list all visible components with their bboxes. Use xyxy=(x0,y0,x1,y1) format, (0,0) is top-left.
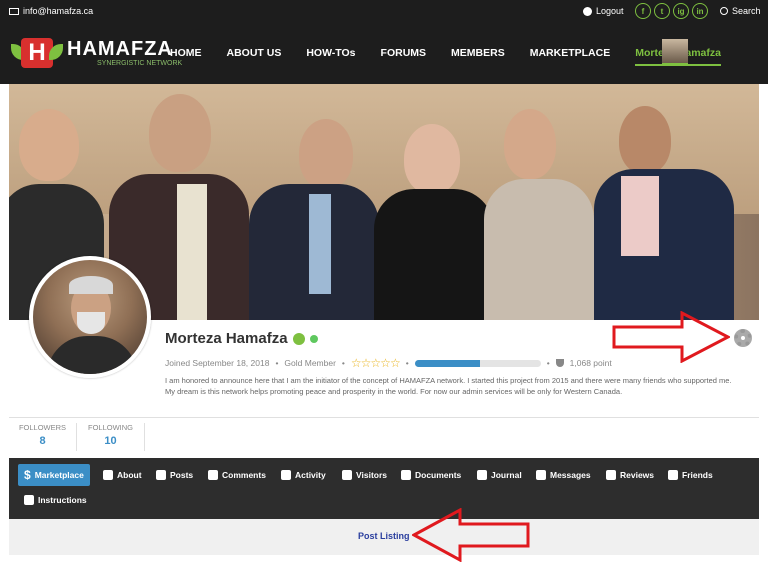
nav-how-tos[interactable]: HOW-TOs xyxy=(306,47,355,66)
tab-journal[interactable]: Journal xyxy=(477,464,522,486)
tab-activity[interactable]: Activity xyxy=(281,464,326,486)
following-count: 10 xyxy=(104,435,117,447)
follow-stats: FOLLOWERS 8 FOLLOWING 10 xyxy=(9,423,145,451)
tab-messages[interactable]: Messages xyxy=(536,464,591,486)
tab-about[interactable]: About xyxy=(103,464,142,486)
top-bar: info@hamafza.ca Logout f t ig in Search xyxy=(0,0,768,24)
contact-email-text: info@hamafza.ca xyxy=(23,6,94,16)
comment-icon xyxy=(208,470,218,480)
tab-comments[interactable]: Comments xyxy=(208,464,266,486)
points-value: 1,068 point xyxy=(569,358,612,368)
contact-email[interactable]: info@hamafza.ca xyxy=(9,6,93,16)
online-status-icon xyxy=(309,334,318,343)
user-icon xyxy=(583,6,592,16)
annotation-arrow-gear xyxy=(612,311,730,363)
instagram-icon[interactable]: ig xyxy=(673,3,689,19)
rating-stars: ☆☆☆☆☆ xyxy=(350,356,401,370)
profile-name: Morteza Hamafza xyxy=(165,330,288,347)
nav-home[interactable]: HOME xyxy=(170,47,202,66)
eye-icon xyxy=(342,470,352,480)
annotation-arrow-post-listing xyxy=(412,508,530,562)
profile-tabs: $ Marketplace About Posts Comments Activ… xyxy=(9,458,759,519)
following-stat[interactable]: FOLLOWING 10 xyxy=(77,423,145,451)
trophy-icon xyxy=(555,359,564,367)
joined-date: Joined September 18, 2018 xyxy=(165,358,270,368)
edit-icon xyxy=(281,470,291,480)
envelope-icon xyxy=(536,470,546,480)
tab-reviews[interactable]: Reviews xyxy=(606,464,654,486)
nav-about-us[interactable]: ABOUT US xyxy=(227,47,282,66)
nav-avatar[interactable] xyxy=(662,39,688,65)
search-link[interactable]: Search xyxy=(720,6,761,16)
tab-documents[interactable]: Documents xyxy=(401,464,461,486)
post-listing-link[interactable]: Post Listing xyxy=(358,531,410,541)
verified-badge-icon xyxy=(292,332,305,345)
pencil-icon xyxy=(156,470,166,480)
followers-count: 8 xyxy=(39,435,46,447)
site-logo[interactable]: H HAMAFZA SYNERGISTIC NETWORK xyxy=(11,38,182,68)
linkedin-icon[interactable]: in xyxy=(692,3,708,19)
users-icon xyxy=(668,470,678,480)
star-icon xyxy=(606,470,616,480)
main-nav: H HAMAFZA SYNERGISTIC NETWORK HOME ABOUT… xyxy=(0,24,768,84)
tab-friends[interactable]: Friends xyxy=(668,464,713,486)
tab-marketplace[interactable]: $ Marketplace xyxy=(18,464,90,486)
logout-label: Logout xyxy=(596,6,624,16)
logout-link[interactable]: Logout xyxy=(583,6,624,16)
envelope-icon xyxy=(9,7,19,15)
member-level: Gold Member xyxy=(284,358,336,368)
points-progress-bar xyxy=(414,359,541,367)
profile-meta: Joined September 18, 2018 • Gold Member … xyxy=(165,356,612,370)
profile-bio: I am honored to announce here that I am … xyxy=(165,376,732,396)
dollar-icon: $ xyxy=(24,468,31,482)
user-icon xyxy=(103,470,113,480)
tag-icon xyxy=(24,495,34,505)
file-icon xyxy=(401,470,411,480)
logo-mark: H xyxy=(11,38,63,68)
tab-visitors[interactable]: Visitors xyxy=(342,464,387,486)
following-label: FOLLOWING xyxy=(87,423,133,432)
search-label: Search xyxy=(732,6,761,16)
tab-posts[interactable]: Posts xyxy=(156,464,193,486)
profile-divider xyxy=(9,417,759,418)
social-links: f t ig in xyxy=(635,3,708,19)
nav-members[interactable]: MEMBERS xyxy=(451,47,505,66)
search-icon xyxy=(720,7,728,15)
followers-stat[interactable]: FOLLOWERS 8 xyxy=(9,423,77,451)
brand-name: HAMAFZA xyxy=(67,38,173,60)
profile-avatar[interactable] xyxy=(29,256,151,378)
tab-instructions[interactable]: Instructions xyxy=(24,489,87,511)
followers-label: FOLLOWERS xyxy=(18,423,67,432)
twitter-icon[interactable]: t xyxy=(654,3,670,19)
book-icon xyxy=(477,470,487,480)
gear-icon[interactable] xyxy=(734,329,752,347)
nav-marketplace[interactable]: MARKETPLACE xyxy=(530,47,611,66)
facebook-icon[interactable]: f xyxy=(635,3,651,19)
nav-forums[interactable]: FORUMS xyxy=(381,47,427,66)
profile-name-row: Morteza Hamafza xyxy=(165,330,318,347)
